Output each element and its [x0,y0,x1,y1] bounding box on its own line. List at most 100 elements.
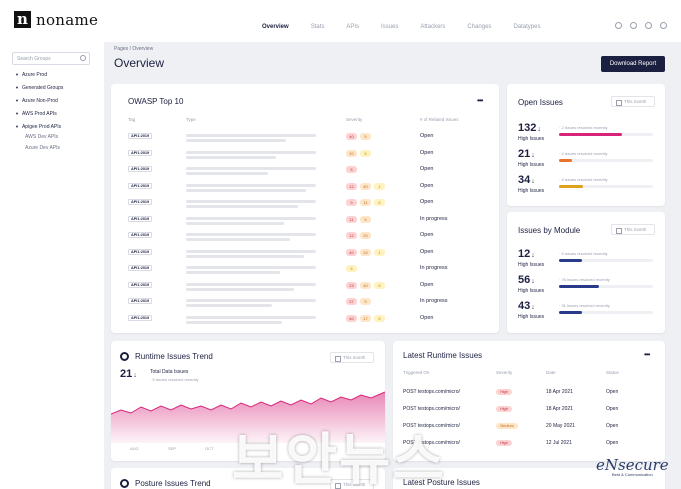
owasp-tag: API1:2019 [128,149,153,156]
nav-stats[interactable]: Stats [311,24,325,30]
sidebar-item-apigee-prod[interactable]: Apigee Prod APIs [15,124,61,130]
type-placeholder-bar [186,216,316,220]
top-bar: n noname Overview Stats APIs Issues Atta… [0,0,681,42]
owasp-more-icon[interactable]: ••• [477,96,483,105]
progress-fill [559,311,582,314]
issue-resolved: · 31 issues resolved recently [559,303,610,308]
col-related: # of Related Issues [420,117,459,122]
owasp-status: Open [420,232,434,238]
open-issues-period-button[interactable]: This month [611,96,655,107]
issue-count: 12↓ [518,248,535,260]
user-icon[interactable] [660,22,667,29]
severity-pill: 12 [346,182,357,190]
issues-by-module-title: Issues by Module [518,226,581,235]
issue-count: 132↓ [518,122,541,134]
issue-count: 43↓ [518,300,535,312]
nav-overview[interactable]: Overview [262,24,289,30]
runtime-period-button[interactable]: This month [330,352,374,363]
download-report-button[interactable]: Download Report [601,56,665,72]
nav-attackers[interactable]: Attackers [420,24,445,30]
severity-pill: 40 [360,182,371,190]
owasp-tag: API1:2019 [128,265,153,271]
trigger-link[interactable]: POST testops.com/micro/ [403,406,460,412]
bell-icon[interactable] [630,22,637,29]
severity-pill: 11 [346,215,357,223]
owasp-status: Open [420,182,434,189]
type-placeholder-bar [186,304,272,307]
logo-icon[interactable]: n [14,11,31,28]
progress-fill [559,159,572,162]
owasp-status: In progress [420,298,448,304]
severity-pill: 5 [346,166,357,173]
sidebar-item-generated-groups[interactable]: Generated Groups [15,85,63,91]
severity-pill: 5 [360,149,371,157]
type-placeholder-bar [186,238,290,241]
severity-pill: 40 [346,133,357,140]
page-title: Overview [114,56,165,70]
module-period-button[interactable]: This month [611,224,655,235]
severity-pill: 17 [360,314,371,322]
help-icon[interactable] [645,22,652,29]
severity-pill: 5 [374,314,385,322]
sidebar-sub-azure-dev[interactable]: Azure Dev APIs [25,145,60,151]
type-placeholder-bar [186,134,316,137]
issue-count: 56↓ [518,274,535,286]
type-placeholder-bar [186,254,304,258]
open-issues-title: Open Issues [518,98,563,107]
nav-changes[interactable]: Changes [467,24,491,30]
nav-issues[interactable]: Issues [381,24,398,30]
issue-count: 34↓ [518,174,535,186]
owasp-tag: API1:2019 [128,215,153,222]
severity-pill: 40 [346,248,357,256]
runtime-total-count: 21↓ [120,368,137,380]
type-placeholder-bar [186,315,316,319]
severity-badge: High [496,406,512,412]
type-placeholder-bar [186,188,306,192]
sidebar-item-azure-prod[interactable]: Azure Prod [15,72,47,78]
col-tag: Tag [128,117,136,122]
severity-pill: 24 [360,248,371,256]
sidebar-sub-aws-dev[interactable]: AWS Dev APIs [25,134,58,140]
sidebar-item-azure-non-prod[interactable]: Azure Non-Prod [15,98,58,104]
brand-name[interactable]: noname [36,11,98,29]
search-icon [80,55,86,61]
owasp-tag: API1:2019 [128,232,153,238]
sidebar-item-aws-prod[interactable]: AWS Prod APIs [15,111,57,117]
type-placeholder-bar [186,299,316,302]
severity-pill: 27 [346,298,357,305]
col-severity-rt: Severity [496,370,513,375]
severity-badge: High [496,389,512,395]
latest-runtime-more-icon[interactable]: ••• [644,350,650,359]
type-placeholder-bar [186,266,316,269]
type-placeholder-bar [186,167,316,170]
owasp-tag: API1:2019 [128,314,153,321]
trigger-link[interactable]: POST testops.com/micro/ [403,389,460,395]
owasp-status: Open [420,281,434,288]
owasp-status: Open [420,149,434,156]
severity-badge: High [496,440,512,446]
severity-pill: 1 [374,182,385,190]
search-placeholder: Search Groups [17,56,51,62]
nav-datatypes[interactable]: Datatypes [513,24,540,30]
type-placeholder-bar [186,233,316,236]
severity-pill: 20 [360,232,371,239]
col-triggered: Triggered On [403,370,430,375]
runtime-resolved: · 5 issues resolved recently [150,377,199,382]
owasp-tag: API1:2019 [128,166,153,172]
nav-apis[interactable]: APIs [346,24,359,30]
search-groups-input[interactable]: Search Groups [12,52,90,65]
issue-label: High Issues [518,188,545,194]
progress-fill [559,133,622,136]
severity-pill: 5 [346,265,357,272]
severity-badge: Medium [496,423,518,429]
issue-label: High Issues [518,262,545,268]
issue-label: High Issues [518,314,545,320]
latest-runtime-title: Latest Runtime Issues [403,351,483,360]
posture-trend-title: Posture Issues Trend [135,479,211,488]
owasp-status: Open [420,133,434,139]
main-nav: Overview Stats APIs Issues Attackers Cha… [262,24,562,30]
settings-icon[interactable] [615,22,622,29]
type-placeholder-bar [186,282,316,286]
severity-pill: 40 [360,281,371,289]
owasp-tag: API1:2019 [128,199,153,205]
